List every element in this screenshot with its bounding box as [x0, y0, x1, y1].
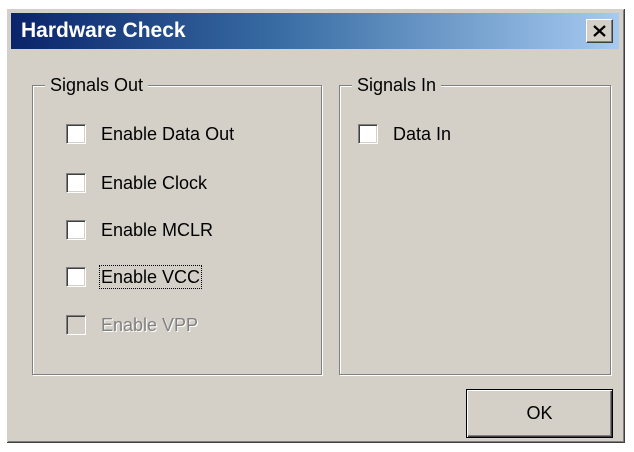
- enable-data-out-checkbox[interactable]: [66, 124, 86, 144]
- enable-clock-checkbox-row[interactable]: Enable Clock: [66, 172, 208, 194]
- data-in-checkbox-row[interactable]: Data In: [358, 123, 452, 145]
- enable-vcc-checkbox[interactable]: [66, 267, 86, 287]
- enable-data-out-label: Enable Data Out: [101, 124, 235, 144]
- ok-button[interactable]: OK: [466, 389, 613, 438]
- data-in-checkbox[interactable]: [358, 124, 378, 144]
- dialog-title: Hardware Check: [21, 19, 186, 42]
- enable-vpp-label: Enable VPP: [101, 315, 199, 335]
- enable-data-out-checkbox-row[interactable]: Enable Data Out: [66, 123, 235, 145]
- signals-out-legend: Signals Out: [45, 74, 149, 96]
- enable-mclr-checkbox[interactable]: [66, 220, 86, 240]
- enable-mclr-label: Enable MCLR: [101, 220, 214, 240]
- enable-clock-checkbox[interactable]: [66, 173, 86, 193]
- enable-vpp-checkbox: [66, 315, 86, 335]
- enable-mclr-checkbox-row[interactable]: Enable MCLR: [66, 219, 214, 241]
- enable-vcc-checkbox-row[interactable]: Enable VCC: [66, 265, 203, 289]
- data-in-label: Data In: [393, 124, 452, 144]
- enable-vcc-label: Enable VCC: [98, 265, 203, 289]
- title-bar[interactable]: Hardware Check: [11, 13, 619, 49]
- close-button[interactable]: [586, 19, 613, 43]
- enable-vpp-checkbox-row: Enable VPP: [66, 314, 199, 336]
- enable-clock-label: Enable Clock: [101, 173, 208, 193]
- close-icon: [593, 25, 606, 37]
- signals-in-legend: Signals In: [352, 74, 442, 96]
- signals-out-group: Signals Out Enable Data Out Enable Clock…: [32, 74, 322, 375]
- signals-in-group: Signals In Data In: [339, 74, 611, 375]
- hardware-check-dialog: Hardware Check Signals Out Enable Data O…: [6, 8, 626, 444]
